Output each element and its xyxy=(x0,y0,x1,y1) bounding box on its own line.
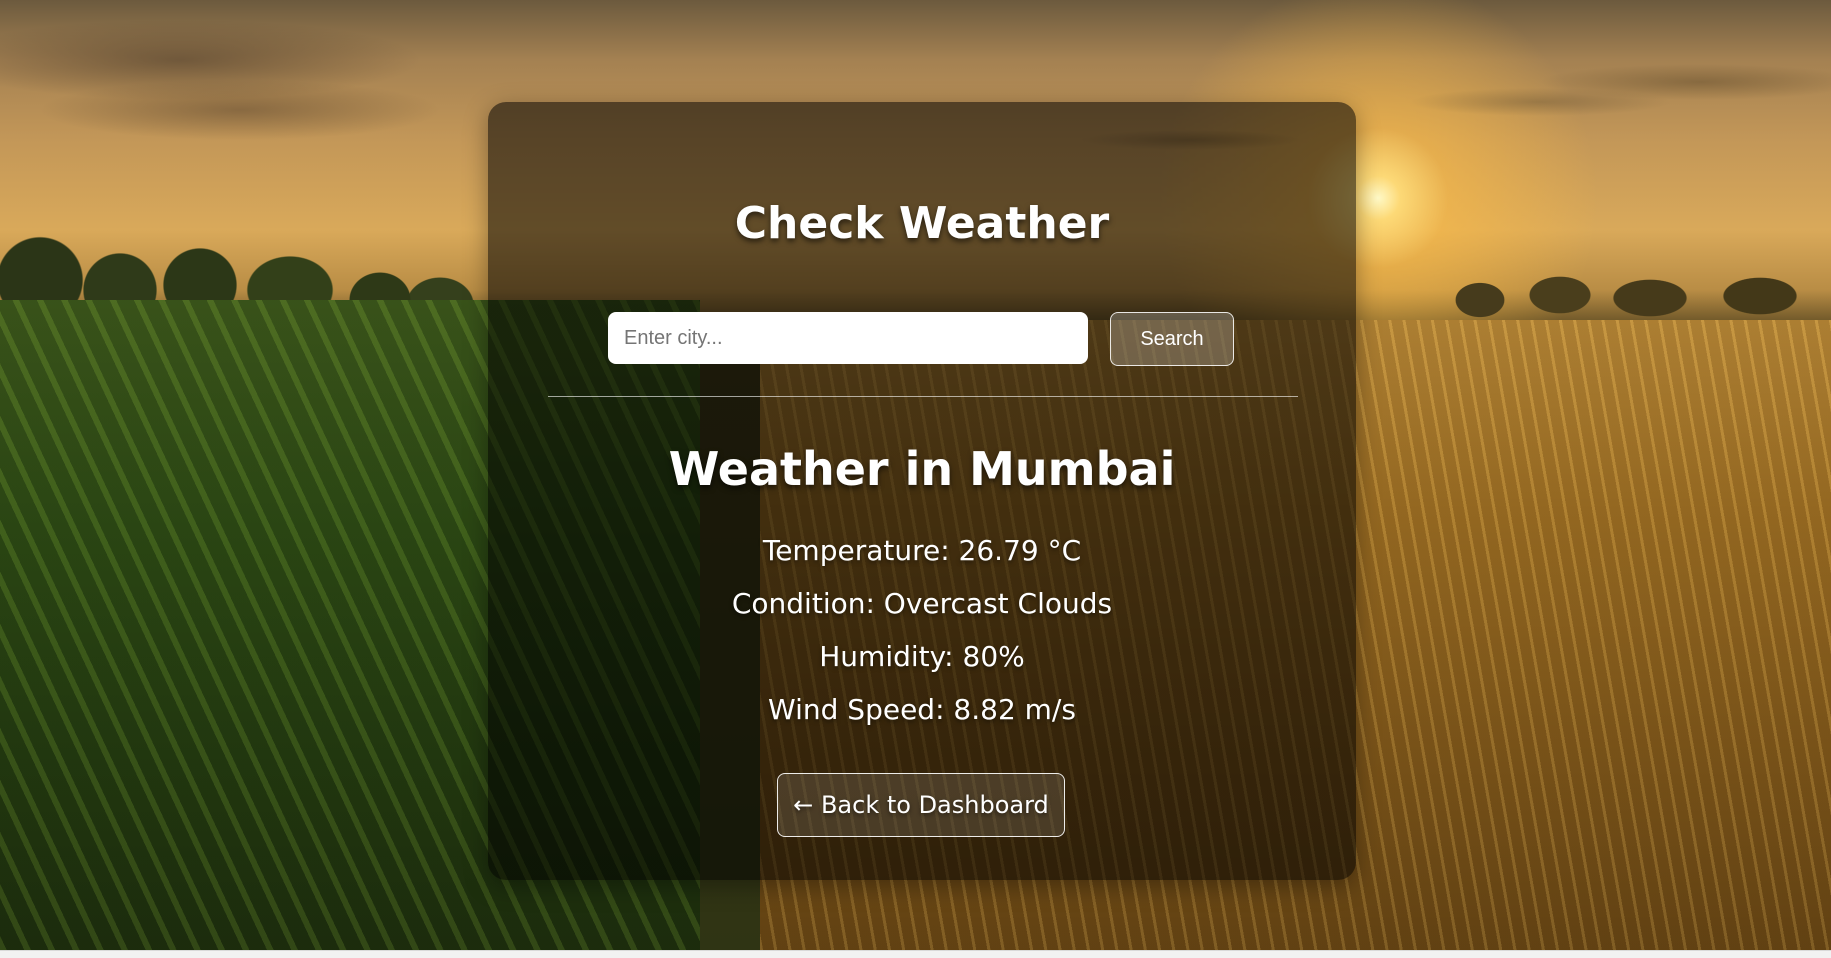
back-to-dashboard-button[interactable]: ← Back to Dashboard xyxy=(777,773,1065,837)
divider xyxy=(548,396,1298,397)
city-search-input[interactable] xyxy=(608,312,1088,364)
page-title: Check Weather xyxy=(734,198,1110,249)
search-form: Search xyxy=(608,312,1238,368)
wind-speed-text: Wind Speed: 8.82 m/s xyxy=(768,693,1076,726)
weather-card: Check Weather Search Weather in Mumbai T… xyxy=(488,102,1356,880)
temperature-text: Temperature: 26.79 °C xyxy=(762,534,1082,567)
humidity-text: Humidity: 80% xyxy=(819,640,1025,673)
condition-text: Condition: Overcast Clouds xyxy=(731,587,1113,620)
bottom-edge xyxy=(0,950,1831,958)
search-button[interactable]: Search xyxy=(1110,312,1234,366)
weather-result-heading: Weather in Mumbai xyxy=(668,442,1176,496)
